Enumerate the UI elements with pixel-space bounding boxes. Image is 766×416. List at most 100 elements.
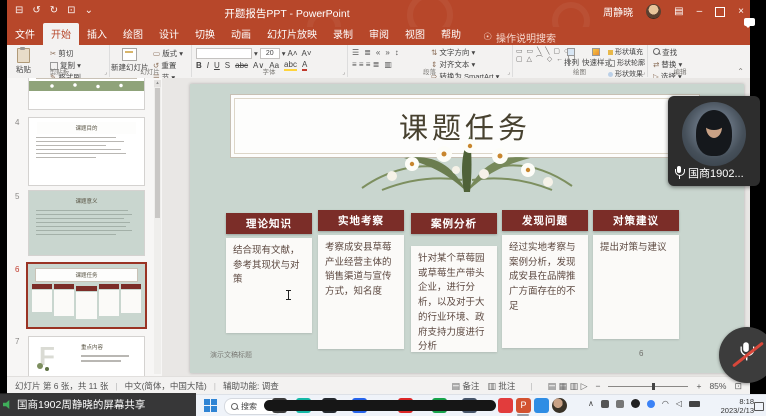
- close-button[interactable]: ×: [738, 6, 744, 17]
- group-slides: 新建幻灯片 ▭ 版式 ▾ ↺ 重置 ☰ 节 ▾ 幻灯片: [109, 45, 192, 77]
- zoom-slider[interactable]: [608, 386, 688, 387]
- grow-font-button[interactable]: A˄: [288, 49, 298, 58]
- tab-help[interactable]: 帮助: [433, 23, 469, 45]
- group-drawing: ▭ ▭ ╲ ╲ ▢ ○ ▢ △ ⌒ ◇ ← { } 排列 快速样式 形状填充 形…: [512, 45, 648, 77]
- tray-app-icon[interactable]: [601, 400, 609, 408]
- notes-button[interactable]: ▤ 备注: [452, 380, 480, 392]
- thumbnail-slide-4[interactable]: 课题目的: [28, 117, 145, 186]
- tab-review[interactable]: 审阅: [361, 23, 397, 45]
- tray-chevron-icon[interactable]: ∧: [588, 399, 594, 408]
- text-cursor: [288, 290, 289, 300]
- avatar[interactable]: [646, 4, 661, 19]
- shape-fill-button[interactable]: 形状填充: [608, 47, 645, 57]
- scrollbar-thumb[interactable]: [155, 88, 160, 218]
- tab-animations[interactable]: 动画: [223, 23, 259, 45]
- tab-record[interactable]: 录制: [325, 23, 361, 45]
- paragraph-dialog-launcher[interactable]: ⌟: [507, 69, 510, 76]
- thumbnail-scrollbar[interactable]: ▴: [154, 80, 161, 374]
- minimize-button[interactable]: –: [697, 6, 703, 17]
- thumbnail-slide-3[interactable]: 课题目的及意义: [28, 78, 145, 110]
- task-column-3[interactable]: 案例分析 针对某个草莓园或草莓生产带头企业，进行分析，以及对于大的行业环境、政府…: [411, 213, 497, 234]
- meeting-app-taskbar-icon[interactable]: [534, 398, 549, 413]
- zoom-slider-thumb[interactable]: [652, 383, 655, 390]
- decrease-indent-button[interactable]: «: [376, 48, 380, 57]
- start-button[interactable]: [204, 399, 217, 412]
- thumbnail-slide-5[interactable]: 课题意义: [28, 190, 145, 256]
- taskbar-avatar-icon[interactable]: [552, 398, 567, 413]
- mini-columns: [28, 282, 145, 321]
- tab-design[interactable]: 设计: [151, 23, 187, 45]
- tab-view[interactable]: 视图: [397, 23, 433, 45]
- restore-button[interactable]: [715, 7, 725, 17]
- column-header: 发现问题: [502, 210, 588, 231]
- chat-bubble-icon[interactable]: [744, 18, 755, 26]
- column-body[interactable]: 提出对策与建议: [593, 235, 679, 339]
- quick-styles-icon: [592, 48, 600, 56]
- tray-app-icon[interactable]: [616, 400, 624, 408]
- slide-footer-title: 演示文稿标题: [210, 350, 252, 360]
- column-body[interactable]: 针对某个草莓园或草莓生产带头企业，进行分析，以及对于大的行业环境、政府支持力度进…: [411, 246, 497, 352]
- bullets-button[interactable]: ☰: [352, 48, 359, 57]
- zoom-out-button[interactable]: −: [596, 381, 601, 391]
- arrange-button[interactable]: 排列: [564, 46, 579, 68]
- column-body[interactable]: 结合现有文献，参考其现状与对策: [226, 238, 312, 333]
- tab-draw[interactable]: 绘图: [115, 23, 151, 45]
- ribbon-display-options-icon[interactable]: ▤: [674, 6, 683, 17]
- tab-file[interactable]: 文件: [7, 23, 43, 45]
- battery-icon[interactable]: [689, 401, 700, 407]
- layout-button[interactable]: ▭ 版式 ▾: [153, 48, 183, 59]
- text-direction-button[interactable]: ⇅ 文字方向 ▾: [431, 47, 499, 58]
- font-name-box[interactable]: [196, 48, 252, 59]
- participant-video-tile[interactable]: 国商1902...: [668, 96, 760, 186]
- thumbnail-slide-6-selected[interactable]: 课题任务: [26, 262, 147, 329]
- powerpoint-taskbar-icon[interactable]: P: [516, 398, 531, 413]
- participant-avatar: [682, 102, 746, 166]
- column-body[interactable]: 经过实地考察与案例分析，发现成安县在品牌推广方面存在的不足: [502, 235, 588, 348]
- find-button[interactable]: 查找: [653, 47, 682, 58]
- zoom-in-button[interactable]: +: [696, 381, 701, 391]
- task-column-1[interactable]: 理论知识 结合现有文献，参考其现状与对策: [226, 213, 312, 234]
- thumbnail-slide-7[interactable]: F 重点内容: [28, 336, 145, 376]
- meeting-floating-toolbar[interactable]: [264, 400, 496, 411]
- column-body[interactable]: 考察成安县草莓产业经营主体的销售渠道与宣传方式，知名度: [318, 235, 404, 349]
- qq-tray-icon[interactable]: [631, 399, 640, 408]
- search-icon: [231, 403, 238, 410]
- slide-canvas[interactable]: 课题任务: [190, 84, 744, 373]
- task-column-2[interactable]: 实地考察 考察成安县草莓产业经营主体的销售渠道与宣传方式，知名度: [318, 210, 404, 231]
- taskbar-clock[interactable]: 8:18 2023/2/13: [721, 397, 754, 415]
- tell-me-search[interactable]: ☉ 操作说明搜索: [483, 30, 556, 45]
- language-indicator[interactable]: 中文(简体，中国大陆): [125, 380, 207, 392]
- accessibility-status[interactable]: 辅助功能: 调查: [223, 380, 279, 392]
- group-paragraph: ☰ ≣ « » ↕ ≡ ≡ ≡ ≣ ▥ ⇅ 文字方向 ▾ ⇕ 对齐文本 ▾ ⇨ …: [347, 45, 513, 77]
- clipboard-dialog-launcher[interactable]: ⌟: [104, 69, 107, 76]
- scroll-up-arrow[interactable]: ▴: [154, 80, 161, 87]
- task-column-4[interactable]: 发现问题 经过实地考察与案例分析，发现成安县在品牌推广方面存在的不足: [502, 210, 588, 231]
- numbering-button[interactable]: ≣: [364, 48, 371, 57]
- task-column-5[interactable]: 对策建议 提出对策与建议: [593, 210, 679, 231]
- tab-insert[interactable]: 插入: [79, 23, 115, 45]
- mic-tray-icon[interactable]: [647, 400, 655, 408]
- notification-center-icon[interactable]: [754, 402, 764, 411]
- find-icon: [653, 48, 660, 55]
- wifi-icon[interactable]: ◠: [662, 399, 669, 408]
- mute-microphone-button[interactable]: [719, 327, 766, 383]
- collapse-ribbon-icon[interactable]: ⌃: [737, 67, 744, 76]
- zoom-level[interactable]: 85%: [709, 381, 726, 391]
- volume-icon[interactable]: ◁: [676, 399, 682, 408]
- view-buttons[interactable]: ▤ ▦ ▥ ▷: [548, 381, 588, 392]
- font-dialog-launcher[interactable]: ⌟: [342, 69, 345, 76]
- slide-thumbnail-panel: 课题目的及意义 4 课题目的 5 课题意义 6 课题任务: [7, 78, 163, 376]
- slide-number-7: 7: [15, 337, 19, 346]
- cut-button[interactable]: ✂ 剪切: [50, 48, 81, 59]
- shrink-font-button[interactable]: A˅: [302, 49, 312, 58]
- comments-button[interactable]: ▥ 批注: [487, 380, 515, 392]
- drawing-dialog-launcher[interactable]: ⌟: [642, 69, 645, 76]
- account-name[interactable]: 周静晓: [603, 4, 633, 19]
- tab-transitions[interactable]: 切换: [187, 23, 223, 45]
- taskbar-app-icon-red[interactable]: [498, 398, 513, 413]
- increase-indent-button[interactable]: »: [385, 48, 389, 57]
- font-size-box[interactable]: 20: [260, 48, 280, 59]
- tab-slideshow[interactable]: 幻灯片放映: [259, 23, 325, 45]
- tab-home[interactable]: 开始: [43, 23, 79, 45]
- line-spacing-button[interactable]: ↕: [395, 48, 399, 57]
